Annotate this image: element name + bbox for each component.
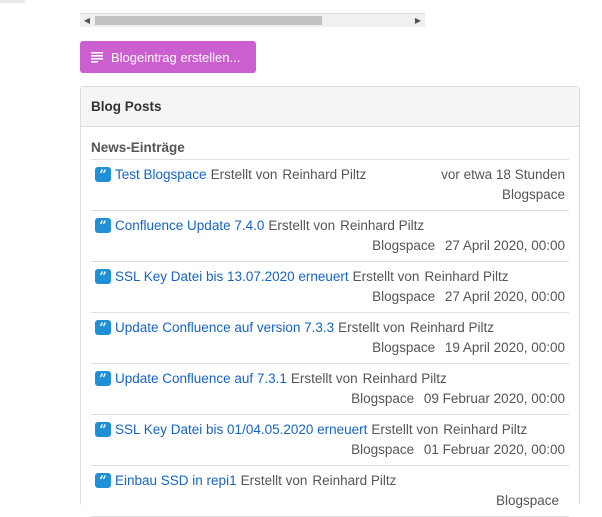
quote-icon: ” <box>95 167 111 182</box>
space-name[interactable]: Blogspace <box>372 340 435 355</box>
post-date: 01 Februar 2020, 00:00 <box>423 442 565 457</box>
list-item: ” Confluence Update 7.4.0 Erstellt von R… <box>91 211 569 262</box>
sidebar-edge <box>0 0 25 3</box>
author-name[interactable]: Reinhard Piltz <box>410 320 494 335</box>
created-by-label: Erstellt von <box>268 218 336 233</box>
author-name[interactable]: Reinhard Piltz <box>443 422 527 437</box>
space-name[interactable]: Blogspace <box>372 238 435 253</box>
panel-title: Blog Posts <box>81 87 579 127</box>
create-blog-post-label: Blogeintrag erstellen... <box>111 49 241 65</box>
section-title: News-Einträge <box>91 127 569 160</box>
post-title-link[interactable]: Einbau SSD in repi1 <box>115 473 237 488</box>
author-name[interactable]: Reinhard Piltz <box>424 269 508 284</box>
space-name[interactable]: Blogspace <box>351 391 414 406</box>
quote-icon: ” <box>95 422 111 437</box>
created-by-label: Erstellt von <box>371 422 439 437</box>
author-name[interactable]: Reinhard Piltz <box>312 473 396 488</box>
list-item: ” Einbau SSD in repi1 Erstellt von Reinh… <box>91 466 569 517</box>
post-title-link[interactable]: Update Confluence auf version 7.3.3 <box>115 320 334 335</box>
created-by-label: Erstellt von <box>210 167 278 182</box>
created-by-label: Erstellt von <box>290 371 358 386</box>
post-date: vor etwa 18 Stunden <box>441 167 565 182</box>
created-by-label: Erstellt von <box>240 473 308 488</box>
author-name[interactable]: Reinhard Piltz <box>340 218 424 233</box>
text-lines-icon <box>91 51 103 63</box>
list-item: ” SSL Key Datei bis 01/04.05.2020 erneue… <box>91 415 569 466</box>
quote-icon: ” <box>95 371 111 386</box>
list-item: ” Update Confluence auf version 7.3.3 Er… <box>91 313 569 364</box>
post-title-link[interactable]: SSL Key Datei bis 01/04.05.2020 erneuert <box>115 422 367 437</box>
quote-icon: ” <box>95 320 111 335</box>
arrow-left-icon[interactable]: ◀ <box>80 14 94 27</box>
created-by-label: Erstellt von <box>352 269 420 284</box>
post-title-link[interactable]: Update Confluence auf 7.3.1 <box>115 371 287 386</box>
create-blog-post-button[interactable]: Blogeintrag erstellen... <box>80 41 256 73</box>
space-name[interactable]: Blogspace <box>351 442 414 457</box>
quote-icon: ” <box>95 473 111 488</box>
list-item: ” Test Blogspace Erstellt von Reinhard P… <box>91 160 569 211</box>
space-name[interactable]: Blogspace <box>372 289 435 304</box>
scrollbar-thumb[interactable] <box>95 16 322 25</box>
space-name[interactable]: Blogspace <box>496 493 559 508</box>
author-name[interactable]: Reinhard Piltz <box>363 371 447 386</box>
post-date: 09 Februar 2020, 00:00 <box>423 391 565 406</box>
blog-posts-panel: Blog Posts News-Einträge ” Test Blogspac… <box>80 86 580 517</box>
post-title-link[interactable]: SSL Key Datei bis 13.07.2020 erneuert <box>115 269 349 284</box>
author-name[interactable]: Reinhard Piltz <box>282 167 366 182</box>
post-date: 27 April 2020, 00:00 <box>444 289 565 304</box>
post-date: 19 April 2020, 00:00 <box>444 340 565 355</box>
post-title-link[interactable]: Test Blogspace <box>115 167 207 182</box>
quote-icon: ” <box>95 218 111 233</box>
list-item: ” SSL Key Datei bis 13.07.2020 erneuert … <box>91 262 569 313</box>
list-item: ” Update Confluence auf 7.3.1 Erstellt v… <box>91 364 569 415</box>
horizontal-scrollbar[interactable]: ◀ ▶ <box>80 13 425 27</box>
panel-body: News-Einträge ” Test Blogspace Erstellt … <box>81 127 579 517</box>
arrow-right-icon[interactable]: ▶ <box>411 14 425 27</box>
post-date: 27 April 2020, 00:00 <box>444 238 565 253</box>
post-title-link[interactable]: Confluence Update 7.4.0 <box>115 218 264 233</box>
space-name[interactable]: Blogspace <box>502 187 565 202</box>
quote-icon: ” <box>95 269 111 284</box>
created-by-label: Erstellt von <box>338 320 405 335</box>
